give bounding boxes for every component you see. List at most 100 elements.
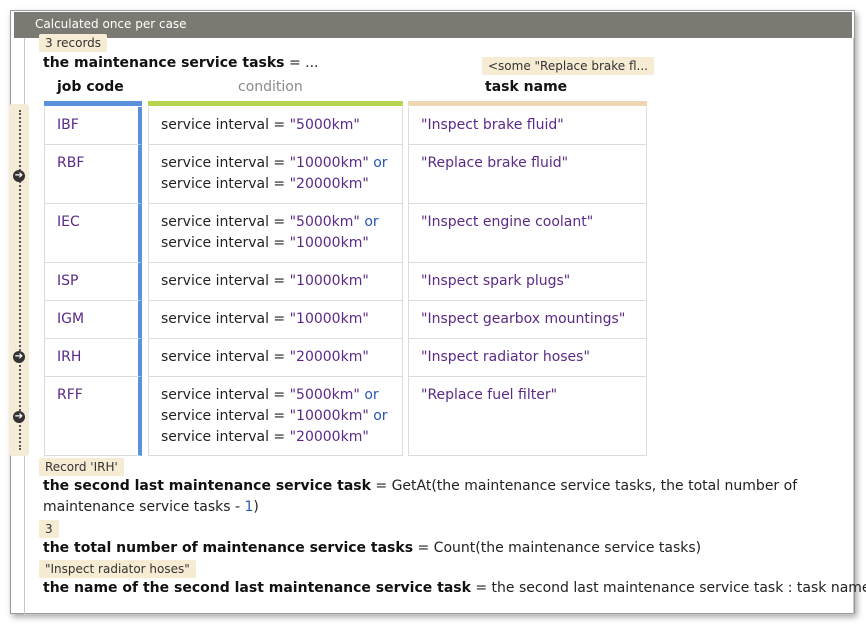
condition-or-keyword: or	[359, 387, 379, 403]
cell-text: IRH	[57, 349, 82, 365]
table-cell-job-code[interactable]: IEC	[44, 204, 142, 263]
cell-text: "Inspect spark plugs"	[421, 273, 571, 289]
cell-text: "Replace fuel filter"	[421, 387, 558, 403]
table-cell-condition[interactable]: service interval = "10000km" or service i…	[148, 145, 403, 204]
table-cell-task-name[interactable]: "Replace brake fluid"	[408, 145, 647, 204]
cell-text: service interval = "5000km"	[161, 115, 360, 136]
panel-header: Calculated once per case	[14, 12, 852, 38]
second-last-definition-line-1: the second last maintenance service task…	[43, 478, 797, 494]
condition-field: service interval =	[161, 235, 290, 251]
table-cell-job-code[interactable]: IBF	[44, 107, 142, 145]
table-cell-condition[interactable]: service interval = "10000km"	[148, 263, 403, 301]
condition-or-keyword: or	[359, 214, 379, 230]
closing-paren: )	[253, 499, 259, 515]
table-cell-condition[interactable]: service interval = "5000km"	[148, 107, 403, 145]
condition-value: "10000km"	[289, 408, 369, 424]
condition-value: "5000km"	[289, 214, 360, 230]
table-operator: = ...	[284, 55, 319, 71]
total-value-badge: 3	[39, 520, 59, 538]
condition-line: service interval = "10000km"	[161, 309, 369, 330]
table-cell-task-name[interactable]: "Inspect spark plugs"	[408, 263, 647, 301]
table-cell-task-name[interactable]: "Replace fuel filter"	[408, 377, 647, 456]
column-color-bar-condition	[148, 101, 403, 106]
column-header-task-name[interactable]: task name	[485, 79, 567, 95]
task-name-result-badge: "Inspect radiator hoses"	[39, 560, 196, 578]
table-name[interactable]: the maintenance service tasks	[43, 55, 285, 71]
cell-text: service interval = "5000km" or service in…	[161, 385, 388, 448]
condition-value: "5000km"	[289, 387, 360, 403]
condition-field: service interval =	[161, 311, 290, 327]
cell-text: "Inspect brake fluid"	[421, 117, 564, 133]
cell-text: "Replace brake fluid"	[421, 155, 569, 171]
condition-field: service interval =	[161, 349, 290, 365]
cell-text: service interval = "20000km"	[161, 347, 369, 368]
condition-value: "10000km"	[289, 235, 369, 251]
column-header-job-code[interactable]: job code	[57, 79, 124, 95]
column-color-bar-job-code	[44, 101, 142, 106]
second-last-expression-cont: maintenance service tasks -	[43, 499, 245, 515]
total-definition-line: the total number of maintenance service …	[43, 540, 701, 556]
task-name-definition-line: the name of the second last maintenance …	[43, 580, 866, 596]
table-cell-task-name[interactable]: "Inspect engine coolant"	[408, 204, 647, 263]
column-header-condition[interactable]: condition	[238, 79, 303, 95]
condition-line: service interval = "10000km"	[161, 271, 369, 292]
cell-text: service interval = "10000km"	[161, 309, 369, 330]
condition-field: service interval =	[161, 176, 290, 192]
condition-field: service interval =	[161, 214, 290, 230]
table-cell-job-code[interactable]: RBF	[44, 145, 142, 204]
condition-field: service interval =	[161, 273, 290, 289]
table-cell-job-code[interactable]: IRH	[44, 339, 142, 377]
cell-text: IGM	[57, 311, 85, 327]
condition-field: service interval =	[161, 117, 290, 133]
condition-value: "20000km"	[289, 349, 369, 365]
cell-text: IBF	[57, 117, 79, 133]
condition-line: service interval = "10000km"	[161, 233, 379, 254]
cell-text: RFF	[57, 387, 83, 403]
table-cell-condition[interactable]: service interval = "20000km"	[148, 339, 403, 377]
cell-text: IEC	[57, 214, 80, 230]
total-expression: = Count(the maintenance service tasks)	[413, 540, 702, 556]
task-name-value-badge: <some "Replace brake fl...	[482, 57, 654, 75]
second-last-expression: = GetAt(the maintenance service tasks, t…	[370, 478, 798, 494]
condition-line: service interval = "20000km"	[161, 427, 388, 448]
arrow-right-icon[interactable]: ➔	[13, 170, 25, 182]
task-name-name[interactable]: the name of the second last maintenance …	[43, 580, 471, 596]
condition-line: service interval = "10000km" or	[161, 153, 388, 174]
table-cell-condition[interactable]: service interval = "5000km" or service in…	[148, 204, 403, 263]
condition-field: service interval =	[161, 155, 290, 171]
cell-text: service interval = "5000km" or service in…	[161, 212, 379, 254]
table-cell-job-code[interactable]: RFF	[44, 377, 142, 456]
condition-line: service interval = "10000km" or	[161, 406, 388, 427]
column-color-bar-task-name	[408, 101, 647, 106]
table-cell-task-name[interactable]: "Inspect gearbox mountings"	[408, 301, 647, 339]
table-cell-task-name[interactable]: "Inspect radiator hoses"	[408, 339, 647, 377]
cell-text: service interval = "10000km"	[161, 271, 369, 292]
second-last-definition-line-2: maintenance service tasks - 1)	[43, 499, 259, 515]
condition-field: service interval =	[161, 408, 290, 424]
condition-field: service interval =	[161, 429, 290, 445]
condition-value: "10000km"	[289, 155, 369, 171]
table-cell-job-code[interactable]: ISP	[44, 263, 142, 301]
cell-text: ISP	[57, 273, 79, 289]
condition-value: "20000km"	[289, 429, 369, 445]
cell-text: "Inspect gearbox mountings"	[421, 311, 626, 327]
condition-value: "10000km"	[289, 273, 369, 289]
second-last-name[interactable]: the second last maintenance service task	[43, 478, 371, 494]
condition-value: "10000km"	[289, 311, 369, 327]
table-cell-condition[interactable]: service interval = "10000km"	[148, 301, 403, 339]
condition-line: service interval = "5000km" or	[161, 212, 379, 233]
panel-title: Calculated once per case	[35, 17, 187, 31]
table-cell-job-code[interactable]: IGM	[44, 301, 142, 339]
arrow-right-icon[interactable]: ➔	[13, 411, 25, 423]
table-cell-condition[interactable]: service interval = "5000km" or service in…	[148, 377, 403, 456]
total-name[interactable]: the total number of maintenance service …	[43, 540, 413, 556]
condition-or-keyword: or	[368, 155, 388, 171]
condition-line: service interval = "20000km"	[161, 174, 388, 195]
table-definition-line: the maintenance service tasks = ...	[43, 55, 319, 71]
arrow-right-icon[interactable]: ➔	[13, 351, 25, 363]
task-name-expression: = the second last maintenance service ta…	[470, 580, 866, 596]
condition-line: service interval = "5000km"	[161, 115, 360, 136]
cell-text: "Inspect radiator hoses"	[421, 349, 590, 365]
cell-text: "Inspect engine coolant"	[421, 214, 594, 230]
table-cell-task-name[interactable]: "Inspect brake fluid"	[408, 107, 647, 145]
